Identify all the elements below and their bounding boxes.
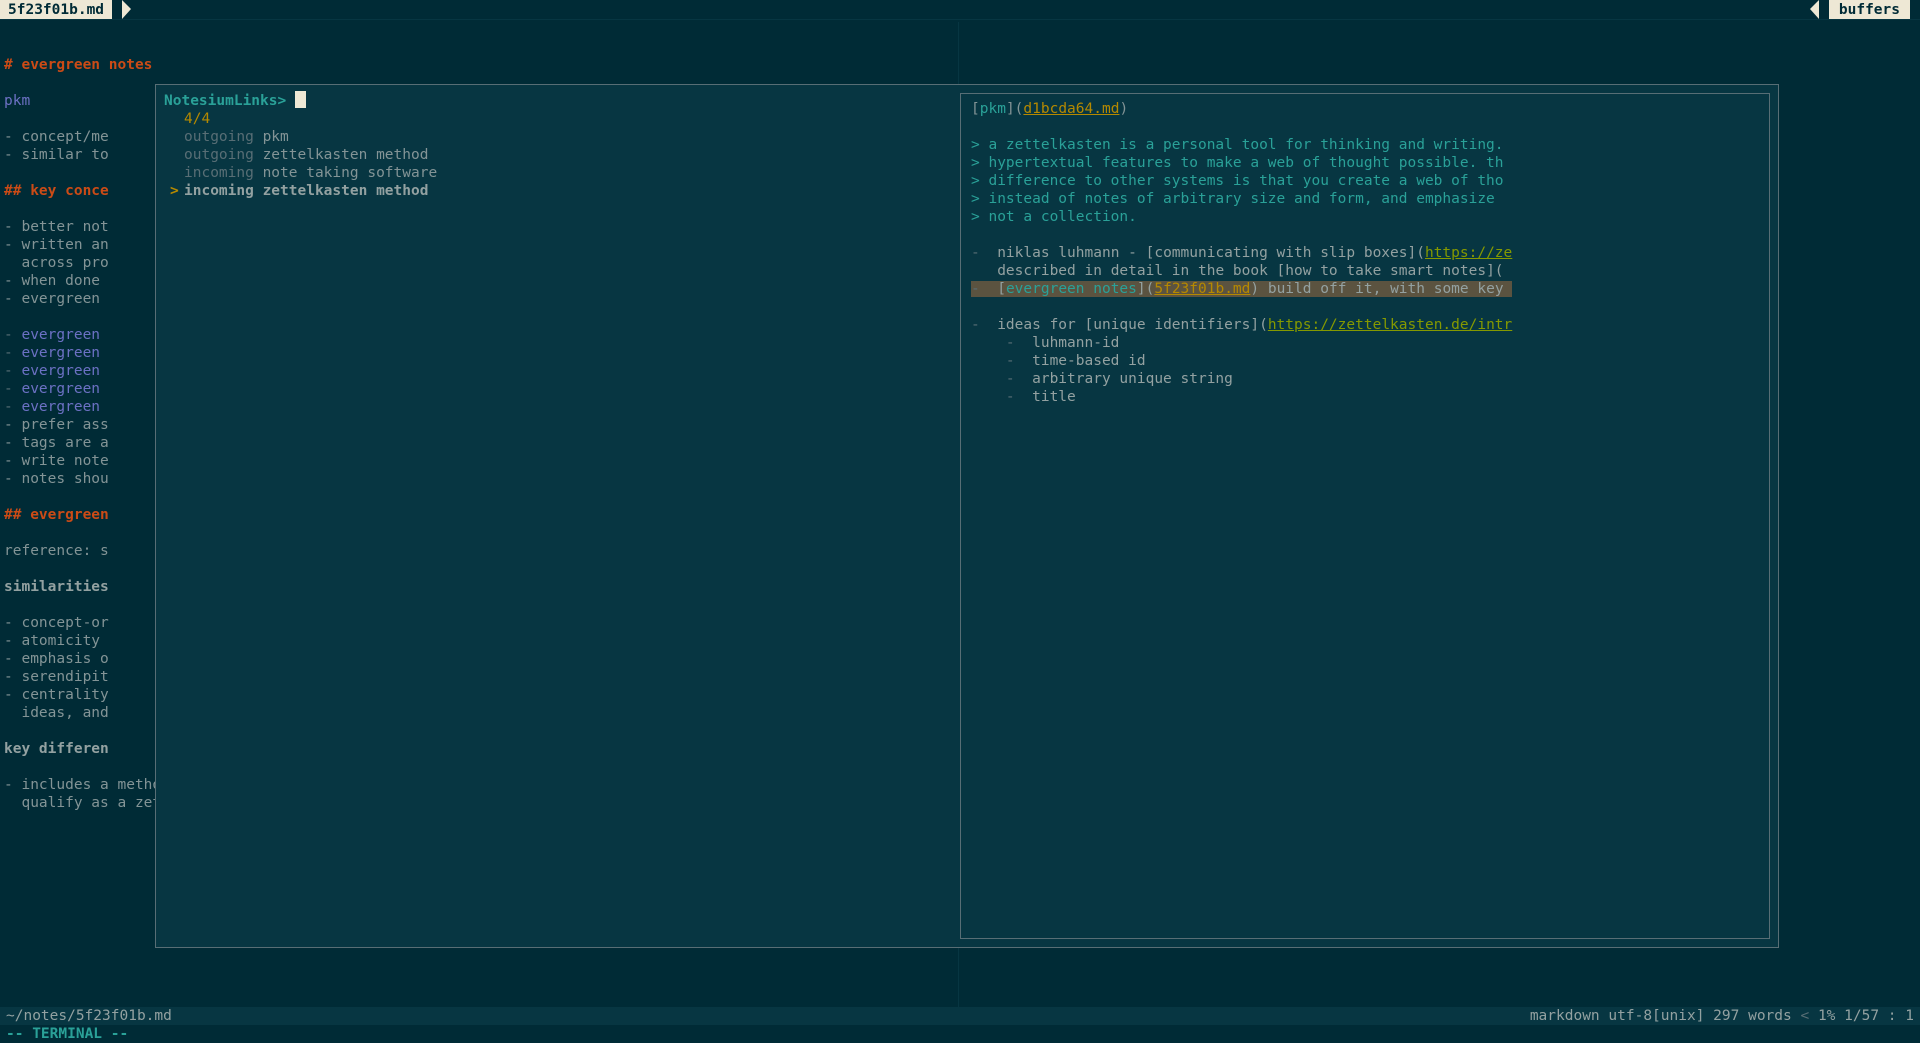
editor-line: - atomicity <box>4 633 100 649</box>
preview-line: described in detail in the book [how to … <box>971 262 1759 280</box>
link-evergreen: evergreen <box>21 363 100 379</box>
result-row[interactable]: incoming note taking software <box>164 164 941 182</box>
bold-text: similarities <box>4 579 109 595</box>
link-evergreen: evergreen <box>21 345 100 361</box>
heading-2: ## evergreen <box>4 507 109 523</box>
buffers-button[interactable]: buffers <box>1829 0 1910 19</box>
preview-quote: > instead of notes of arbitrary size and… <box>971 190 1759 208</box>
editor-line: - prefer ass <box>4 417 109 433</box>
editor-line: across pro <box>4 255 109 271</box>
editor-line: reference: s <box>4 543 109 559</box>
preview-quote: > hypertextual features to make a web of… <box>971 154 1759 172</box>
status-right: markdown utf-8[unix] 297 words < 1% 1/57… <box>1530 1007 1914 1025</box>
link-evergreen: evergreen <box>21 399 100 415</box>
tab-current[interactable]: 5f23f01b.md <box>0 0 112 19</box>
link-pkm: pkm <box>4 93 30 109</box>
link-evergreen: evergreen <box>21 381 100 397</box>
editor-line: - similar to <box>4 147 109 163</box>
result-row[interactable]: outgoing pkm <box>164 128 941 146</box>
editor-line: - tags are a <box>4 435 109 451</box>
editor-line: - concept-or <box>4 615 109 631</box>
preview-quote: > difference to other systems is that yo… <box>971 172 1759 190</box>
editor-line: - better not <box>4 219 109 235</box>
editor-line: - emphasis o <box>4 651 109 667</box>
preview-line: - ideas for [unique identifiers](https:/… <box>971 316 1759 334</box>
preview-quote: > not a collection. <box>971 208 1759 226</box>
status-filepath: ~/notes/5f23f01b.md <box>6 1008 172 1024</box>
result-count: 4/4 <box>164 110 941 128</box>
editor-line: - centrality <box>4 687 109 703</box>
result-row-selected[interactable]: >incoming zettelkasten method <box>164 182 941 200</box>
editor-line: - write note <box>4 453 109 469</box>
heading-1: # evergreen notes <box>4 57 152 73</box>
chevron-right-icon: > <box>170 182 179 200</box>
popup-left-panel: NotesiumLinks> 4/4 outgoing pkm outgoing… <box>156 85 949 947</box>
bold-text: key differen <box>4 741 109 757</box>
editor-line: - notes shou <box>4 471 109 487</box>
popup-prompt: NotesiumLinks> <box>164 93 295 109</box>
editor-line: - when done <box>4 273 100 289</box>
link-file: d1bcda64.md <box>1023 101 1119 117</box>
preview-line-highlighted: - [evergreen notes](5f23f01b.md) build o… <box>971 280 1759 298</box>
preview-sub: - luhmann-id <box>971 334 1759 352</box>
cursor-icon <box>295 91 306 108</box>
popup-prompt-line[interactable]: NotesiumLinks> <box>164 91 941 110</box>
status-line: ~/notes/5f23f01b.md markdown utf-8[unix]… <box>0 1007 1920 1025</box>
editor-line: - written an <box>4 237 109 253</box>
result-row[interactable]: outgoing zettelkasten method <box>164 146 941 164</box>
editor-line: - serendipit <box>4 669 109 685</box>
preview-sub: - time-based id <box>971 352 1759 370</box>
editor-line: ideas, and <box>4 705 109 721</box>
tabline: 5f23f01b.md buffers <box>0 0 1920 20</box>
preview-line: - niklas luhmann - [communicating with s… <box>971 244 1759 262</box>
link-evergreen: evergreen <box>21 327 100 343</box>
popup-preview-panel[interactable]: [pkm](d1bcda64.md) > a zettelkasten is a… <box>960 93 1770 939</box>
preview-sub: - arbitrary unique string <box>971 370 1759 388</box>
editor-line: - concept/me <box>4 129 109 145</box>
editor-line: - evergreen <box>4 291 100 307</box>
preview-line: [pkm](d1bcda64.md) <box>971 100 1759 118</box>
preview-sub: - title <box>971 388 1759 406</box>
preview-quote: > a zettelkasten is a personal tool for … <box>971 136 1759 154</box>
links-popup: NotesiumLinks> 4/4 outgoing pkm outgoing… <box>155 84 1779 948</box>
command-line: -- TERMINAL -- <box>0 1025 1920 1043</box>
heading-2: ## key conce <box>4 183 109 199</box>
